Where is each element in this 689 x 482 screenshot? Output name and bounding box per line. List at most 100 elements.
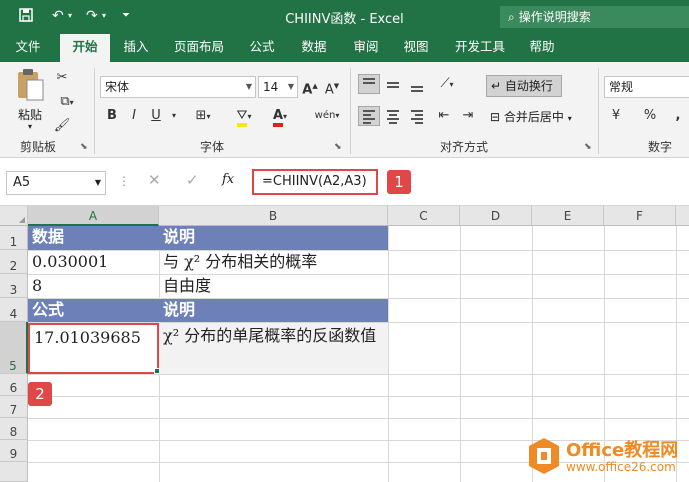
row-header-9[interactable]: 9 — [0, 440, 28, 462]
cell-a3[interactable]: 8 — [28, 275, 159, 298]
select-all-corner[interactable]: ◢ — [0, 206, 28, 226]
column-header-g[interactable] — [676, 206, 689, 226]
tell-me-search[interactable]: ⌕ 操作说明搜索 — [500, 6, 689, 28]
group-separator — [598, 68, 599, 154]
column-header-d[interactable]: D — [460, 206, 532, 226]
row-header-1[interactable]: 1 — [0, 226, 28, 250]
row-header-8[interactable]: 8 — [0, 418, 28, 440]
tab-developer[interactable]: 开发工具 — [448, 34, 512, 62]
underline-button[interactable]: U — [146, 106, 166, 126]
cell-b3[interactable]: 自由度 — [159, 275, 388, 298]
decrease-indent-icon[interactable]: ⇤ — [434, 106, 454, 126]
title-bar: ↶ ▾ ↷ ▾ ⏷ CHIINV函数 - Excel ⌕ 操作说明搜索 — [0, 0, 689, 34]
formula-input[interactable]: =CHIINV(A2,A3) — [252, 169, 378, 195]
cell-b1[interactable]: 说明 — [159, 226, 388, 250]
tab-insert[interactable]: 插入 — [114, 34, 158, 62]
dialog-launcher-icon[interactable]: ⬊ — [334, 142, 342, 152]
font-size-select[interactable]: 14 ▼ — [258, 76, 298, 98]
fill-handle[interactable] — [154, 368, 160, 374]
cell-b5[interactable]: χ² 分布的单尾概率的反函数值 — [159, 323, 388, 374]
row-header-6[interactable]: 6 — [0, 374, 28, 396]
currency-icon[interactable]: ¥ — [606, 106, 626, 126]
italic-button[interactable]: I — [124, 106, 144, 126]
font-color-letter: A — [272, 108, 284, 127]
number-format-select[interactable]: 常规 — [604, 76, 689, 98]
font-group-label: 字体 — [200, 140, 225, 154]
chevron-down-icon: ▼ — [245, 82, 252, 91]
wrap-text-icon: ↵ — [491, 79, 502, 93]
dialog-launcher-icon[interactable]: ⬊ — [584, 142, 592, 152]
top-align-icon[interactable] — [358, 74, 380, 94]
cancel-icon[interactable]: ✕ — [148, 171, 161, 189]
column-header-f[interactable]: F — [604, 206, 676, 226]
gridline — [28, 396, 689, 397]
column-header-e[interactable]: E — [532, 206, 604, 226]
callout-badge-2: 2 — [28, 382, 52, 406]
percent-button[interactable]: % — [640, 106, 660, 126]
tab-page-layout[interactable]: 页面布局 — [166, 34, 232, 62]
row-header-3[interactable]: 3 — [0, 274, 28, 298]
row-header-10[interactable] — [0, 462, 28, 482]
gridline — [28, 374, 689, 375]
office-logo-icon — [529, 438, 559, 474]
group-separator — [350, 68, 351, 154]
cell-a5[interactable]: 17.01039685 — [28, 323, 159, 374]
name-box[interactable]: A5 ▼ — [6, 171, 106, 195]
paste-button[interactable]: 粘贴 ▾ — [10, 68, 50, 132]
tab-view[interactable]: 视图 — [394, 34, 438, 62]
format-painter-icon[interactable]: 🖌 — [52, 116, 72, 136]
enter-icon[interactable]: ✓ — [186, 171, 199, 189]
tab-file[interactable]: 文件 — [6, 34, 50, 62]
cell-a4[interactable]: 公式 — [28, 299, 159, 322]
merge-center-button[interactable]: ⊟ 合并后居中 ▾ — [486, 107, 586, 129]
tell-me-label: 操作说明搜索 — [518, 10, 591, 24]
wrap-text-button[interactable]: ↵ 自动换行 — [486, 75, 562, 97]
cell-b4[interactable]: 说明 — [159, 299, 388, 322]
middle-align-icon[interactable] — [382, 74, 404, 94]
row-header-7[interactable]: 7 — [0, 396, 28, 418]
font-name-select[interactable]: 宋体 ▼ — [100, 76, 256, 98]
cut-icon[interactable]: ✂ — [52, 68, 72, 88]
fill-color-icon[interactable]: ⛛▾ — [230, 106, 258, 127]
callout-badge-1: 1 — [387, 170, 411, 194]
gridline — [460, 226, 461, 482]
chevron-down-icon[interactable]: ▾ — [168, 106, 180, 126]
phonetic-guide-icon[interactable]: wén▾ — [310, 106, 344, 126]
grow-font-icon[interactable]: A▲ — [300, 76, 320, 100]
cell-b2[interactable]: 与 χ² 分布相关的概率 — [159, 251, 388, 274]
cell-a2[interactable]: 0.030001 — [28, 251, 159, 274]
column-header-b[interactable]: B — [159, 206, 388, 226]
copy-icon[interactable]: ⧉▾ — [52, 92, 82, 113]
font-name-value: 宋体 — [105, 80, 130, 94]
search-icon: ⌕ — [508, 10, 515, 24]
tab-home[interactable]: 开始 — [60, 34, 110, 62]
gridline — [388, 226, 389, 482]
bottom-align-icon[interactable] — [406, 74, 428, 94]
shrink-font-icon[interactable]: A▼ — [322, 76, 342, 100]
tab-formulas[interactable]: 公式 — [240, 34, 284, 62]
ribbon-tabs: 文件 开始 插入 页面布局 公式 数据 审阅 视图 开发工具 帮助 — [0, 34, 689, 62]
tab-data[interactable]: 数据 — [292, 34, 336, 62]
comma-style-button[interactable]: , — [668, 106, 688, 126]
column-header-c[interactable]: C — [388, 206, 460, 226]
tab-help[interactable]: 帮助 — [520, 34, 564, 62]
orientation-icon[interactable]: ⟋▾ — [432, 74, 462, 95]
align-right-icon[interactable] — [406, 106, 428, 126]
row-header-4[interactable]: 4 — [0, 298, 28, 322]
alignment-group-label: 对齐方式 — [440, 140, 489, 154]
dialog-launcher-icon[interactable]: ⬊ — [80, 142, 88, 152]
column-header-a[interactable]: A — [28, 206, 159, 226]
row-header-2[interactable]: 2 — [0, 250, 28, 274]
row-header-5[interactable]: 5 — [0, 322, 28, 374]
font-color-icon[interactable]: A▾ — [266, 106, 294, 127]
group-separator — [94, 68, 95, 154]
tab-review[interactable]: 审阅 — [344, 34, 388, 62]
cell-a1[interactable]: 数据 — [28, 226, 159, 250]
insert-function-icon[interactable]: fx — [222, 172, 234, 187]
increase-indent-icon[interactable]: ⇥ — [458, 106, 478, 126]
align-left-icon[interactable] — [358, 106, 380, 126]
bold-button[interactable]: B — [102, 106, 122, 126]
borders-icon[interactable]: ⊞▾ — [190, 106, 216, 127]
align-center-icon[interactable] — [382, 106, 404, 126]
grip-icon: ⋮ — [118, 174, 130, 188]
